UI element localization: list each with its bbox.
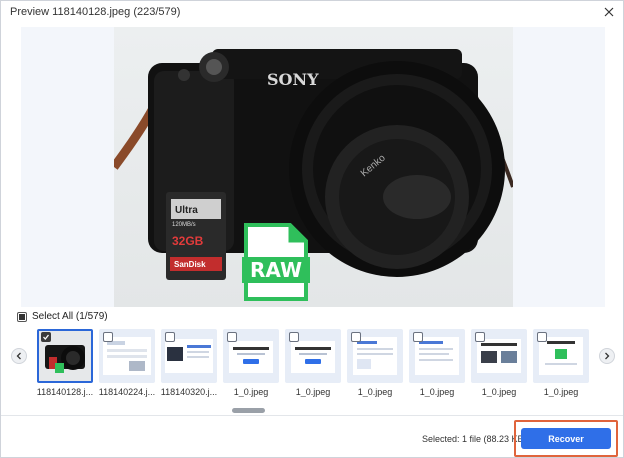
thumbnail-checkbox[interactable] [475, 332, 485, 342]
preview-image: SONY α Kenko Ultra 120MB/s 32GB SanDisk [114, 27, 513, 307]
thumbnail-strip: 118140128.j... 118140224.j... 118140320.… [37, 329, 593, 401]
thumbnail-label: 1_0.jpeg [357, 387, 393, 397]
select-all-label: Select All (1/579) [32, 311, 108, 322]
thumbnail-label: 1_0.jpeg [543, 387, 579, 397]
thumbnail-checkbox[interactable] [537, 332, 547, 342]
raw-badge-label: RAW [249, 258, 303, 282]
thumbnail-item[interactable]: 118140224.j... [99, 329, 155, 401]
thumbnail-item[interactable]: 1_0.jpeg [347, 329, 403, 401]
footer-divider [1, 415, 623, 416]
thumbnail-checkbox[interactable] [413, 332, 423, 342]
recover-button[interactable]: Recover [521, 428, 611, 449]
thumbnail-checkbox[interactable] [227, 332, 237, 342]
thumbnail-label: 1_0.jpeg [419, 387, 455, 397]
thumbnail-label: 1_0.jpeg [295, 387, 331, 397]
svg-text:120MB/s: 120MB/s [172, 222, 196, 228]
chevron-right-icon [605, 352, 610, 360]
chevron-left-icon [16, 352, 21, 360]
thumbnail-checkbox[interactable] [41, 332, 51, 342]
thumbnail-item[interactable]: 1_0.jpeg [285, 329, 341, 401]
thumbnail-item[interactable]: 118140320.j... [161, 329, 217, 401]
thumbnail-item[interactable]: 118140128.j... [37, 329, 93, 401]
thumbnail-label: 118140320.j... [160, 387, 218, 397]
previous-button[interactable] [11, 348, 27, 364]
thumbnail-label: 1_0.jpeg [233, 387, 269, 397]
thumbnail-checkbox[interactable] [165, 332, 175, 342]
preview-area: SONY α Kenko Ultra 120MB/s 32GB SanDisk [21, 27, 605, 307]
svg-text:SONY: SONY [267, 70, 319, 89]
thumbnail-label: 118140128.j... [36, 387, 94, 397]
thumbnail-label: 118140224.j... [98, 387, 156, 397]
svg-text:32GB: 32GB [172, 234, 204, 248]
window-title: Preview 118140128.jpeg (223/579) [10, 6, 181, 18]
thumbnail-item[interactable]: 1_0.jpeg [223, 329, 279, 401]
thumbnail-checkbox[interactable] [351, 332, 361, 342]
select-all-checkbox[interactable] [17, 311, 27, 322]
thumbnail-checkbox[interactable] [103, 332, 113, 342]
title-bar: Preview 118140128.jpeg (223/579) [1, 1, 623, 23]
thumbnail-item[interactable]: 1_0.jpeg [471, 329, 527, 401]
recover-highlight: Recover [514, 420, 618, 457]
raw-file-icon: RAW [242, 221, 310, 303]
thumbnail-label: 1_0.jpeg [481, 387, 517, 397]
thumbnail-item[interactable]: 1_0.jpeg [409, 329, 465, 401]
thumbnail-scrollbar[interactable] [232, 408, 265, 413]
camera-photo: SONY α Kenko Ultra 120MB/s 32GB SanDisk [114, 49, 513, 280]
svg-text:SanDisk: SanDisk [174, 260, 206, 269]
thumbnail-item[interactable]: 1_0.jpeg [533, 329, 589, 401]
selected-summary: Selected: 1 file (88.23 KB) [422, 434, 527, 444]
close-icon [604, 7, 614, 17]
check-icon [43, 334, 50, 341]
preview-dialog: Preview 118140128.jpeg (223/579) SONY α [0, 0, 624, 458]
close-button[interactable] [601, 4, 617, 20]
svg-text:Ultra: Ultra [175, 205, 198, 216]
thumbnail-checkbox[interactable] [289, 332, 299, 342]
next-button[interactable] [599, 348, 615, 364]
select-all[interactable]: Select All (1/579) [17, 311, 108, 322]
